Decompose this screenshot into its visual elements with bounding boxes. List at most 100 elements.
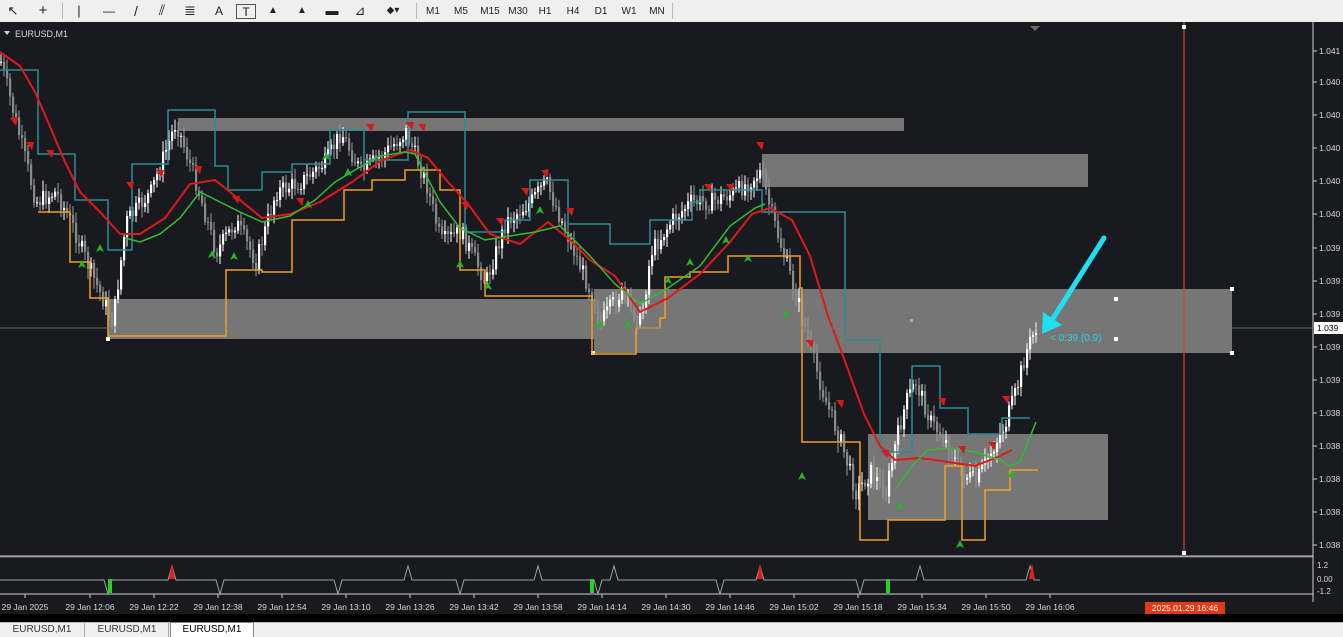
- candle-body: [855, 490, 858, 500]
- candle-body: [213, 229, 216, 253]
- candle-body: [315, 166, 318, 172]
- buy-arrow-icon: [722, 236, 730, 244]
- price-label: 1.039: [1319, 276, 1341, 286]
- time-label: 29 Jan 12:54: [257, 602, 306, 612]
- arrow-shape-icon[interactable]: ▲: [264, 2, 282, 19]
- candle-body: [216, 252, 219, 257]
- symbol-menu-icon[interactable]: [4, 31, 10, 35]
- candle-body: [120, 260, 123, 290]
- time-label: 29 Jan 13:10: [321, 602, 370, 612]
- timeframe-h4-button[interactable]: H4: [560, 3, 586, 19]
- histogram-bar: [757, 563, 763, 579]
- candle-body: [135, 202, 138, 216]
- rectangle-icon[interactable]: ▬: [322, 2, 342, 19]
- chart-window[interactable]: EURUSD,M1 1.041 1.040 1.040 1.040 1.040 1.040…: [0, 22, 1343, 614]
- price-label: 1.038: [1319, 507, 1341, 517]
- candle-body: [21, 135, 24, 138]
- candle-body: [660, 240, 663, 250]
- zone-handle[interactable]: [1114, 337, 1118, 341]
- candle-body: [978, 468, 981, 483]
- trend-line-icon[interactable]: /: [126, 2, 146, 19]
- timeframe-m1-button[interactable]: M1: [420, 3, 446, 19]
- candle-body: [210, 222, 213, 230]
- candle-body: [933, 415, 936, 422]
- candle-body: [540, 185, 543, 187]
- zone-handle[interactable]: [1114, 297, 1118, 301]
- chart-tab[interactable]: EURUSD,M1: [0, 623, 85, 637]
- candle-body: [219, 244, 222, 257]
- candle-body: [78, 242, 81, 247]
- timeframe-mn-button[interactable]: MN: [644, 3, 670, 19]
- candle-body: [294, 179, 297, 189]
- equidistant-channel-icon[interactable]: ⫽: [152, 2, 172, 19]
- timeframe-m30-button[interactable]: M30: [504, 3, 532, 19]
- timeframe-m5-button[interactable]: M5: [448, 3, 474, 19]
- candle-body: [291, 179, 294, 189]
- candle-body: [720, 194, 723, 204]
- chart-shift-marker-icon[interactable]: [1030, 26, 1040, 31]
- chart-canvas[interactable]: EURUSD,M1 1.041 1.040 1.040 1.040 1.040 1.040…: [0, 22, 1343, 614]
- fibonacci-fan-icon[interactable]: ⊿: [350, 2, 370, 19]
- candle-body: [57, 191, 60, 195]
- candle-body: [693, 194, 696, 201]
- candle-body: [192, 162, 195, 165]
- candle-body: [273, 200, 276, 215]
- chart-tab[interactable]: EURUSD,M1: [86, 623, 169, 637]
- candle-body: [432, 196, 435, 205]
- vertical-line-icon[interactable]: |: [70, 2, 88, 19]
- candle-body: [72, 215, 75, 223]
- cursor-line-handle[interactable]: [1182, 551, 1186, 555]
- candle-body: [663, 237, 666, 241]
- time-label: 29 Jan 15:18: [833, 602, 882, 612]
- candle-body: [258, 244, 261, 271]
- candle-body: [681, 211, 684, 218]
- resistance-zone[interactable]: [178, 118, 904, 131]
- horizontal-line-icon[interactable]: —: [98, 2, 120, 19]
- candle-body: [102, 291, 105, 307]
- text-icon[interactable]: A: [210, 2, 228, 19]
- crosshair-icon[interactable]: +: [32, 2, 54, 19]
- candle-body: [903, 409, 906, 430]
- timeframe-m15-button[interactable]: M15: [476, 3, 504, 19]
- fibonacci-icon[interactable]: ≣: [180, 2, 200, 19]
- zone-handle[interactable]: [1230, 351, 1234, 355]
- price-axis: 1.041 1.040 1.040 1.040 1.040 1.040 1.039 1.039…: [1313, 46, 1341, 550]
- cursor-icon[interactable]: ↖: [4, 2, 22, 19]
- candle-body: [648, 266, 651, 295]
- candle-body: [300, 188, 303, 190]
- chart-tab-active[interactable]: EURUSD,M1: [170, 622, 254, 637]
- sell-arrow-icon: [296, 198, 304, 206]
- candle-body: [1023, 365, 1026, 368]
- candle-body: [885, 495, 888, 497]
- candle-body: [666, 229, 669, 238]
- candle-body: [687, 201, 690, 210]
- timeframe-w1-button[interactable]: W1: [616, 3, 642, 19]
- candle-body: [726, 196, 729, 201]
- zone-handle[interactable]: [1230, 287, 1234, 291]
- candle-body: [123, 237, 126, 261]
- candle-body: [471, 243, 474, 248]
- candle-body: [444, 231, 447, 235]
- candle-body: [561, 221, 564, 223]
- text-label-icon[interactable]: T: [236, 4, 256, 19]
- candle-body: [972, 471, 975, 473]
- cursor-line-handle[interactable]: [1182, 25, 1186, 29]
- candle-body: [183, 135, 186, 147]
- shapes-menu-icon[interactable]: ◆▾: [378, 2, 408, 19]
- zone-handle[interactable]: [106, 337, 110, 341]
- triangle-shape-icon[interactable]: ▲: [292, 2, 312, 19]
- resistance-zone[interactable]: [762, 154, 1088, 187]
- zone-handle[interactable]: [910, 319, 913, 322]
- candle-body: [873, 464, 876, 481]
- candle-body: [516, 214, 519, 220]
- candle-body: [735, 187, 738, 189]
- candle-body: [270, 213, 273, 215]
- timeframe-d1-button[interactable]: D1: [588, 3, 614, 19]
- candle-body: [789, 256, 792, 271]
- candle-body: [888, 470, 891, 497]
- candle-body: [54, 191, 57, 197]
- buy-arrow-icon: [230, 252, 238, 260]
- timeframe-h1-button[interactable]: H1: [532, 3, 558, 19]
- candle-body: [966, 477, 969, 480]
- candle-body: [33, 185, 36, 203]
